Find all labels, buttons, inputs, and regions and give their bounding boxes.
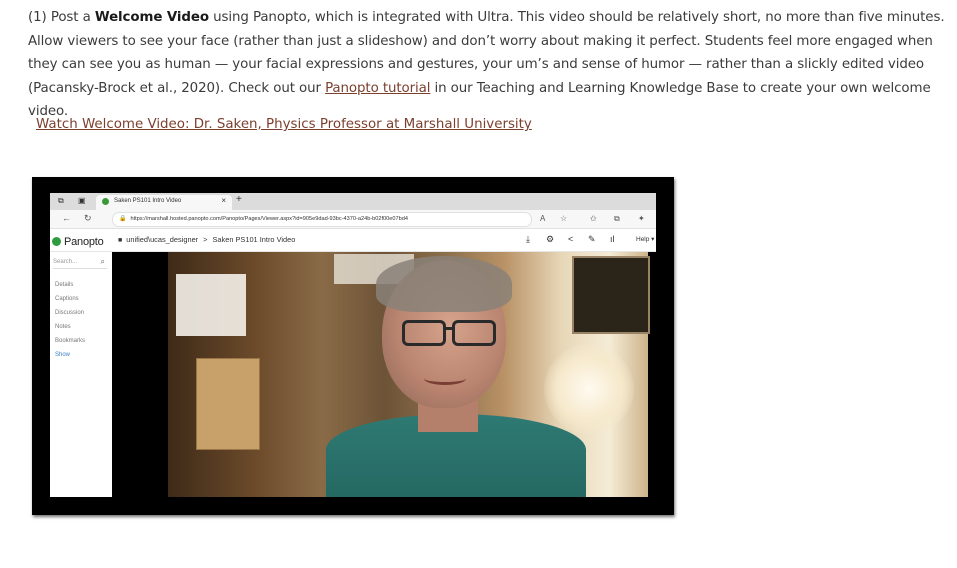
presenter-glasses (402, 320, 496, 346)
refresh-icon[interactable]: ↻ (84, 212, 92, 224)
presenter-hair (376, 256, 512, 312)
close-tab-icon[interactable]: × (221, 196, 226, 205)
panopto-tutorial-link[interactable]: Panopto tutorial (325, 81, 430, 96)
search-placeholder: Search... (53, 259, 78, 265)
bright-window (176, 274, 246, 336)
para-prefix: (1) Post a (28, 10, 95, 25)
download-icon[interactable]: ⤓ (526, 234, 530, 245)
extensions-icon[interactable]: ✦ (638, 213, 645, 224)
sidebar-item-bookmarks[interactable]: Bookmarks (55, 338, 85, 344)
favorite-star-icon[interactable]: ☆ (560, 213, 567, 224)
collections-icon[interactable]: ⧉ (614, 213, 620, 224)
breadcrumb-video: Saken PS101 Intro Video (212, 235, 296, 244)
tab-title: Saken PS101 Intro Video (114, 198, 182, 204)
breadcrumb-folder[interactable]: unified\ucas_designer (126, 235, 198, 244)
sidebar-search-input[interactable]: Search... ⌕ (53, 256, 107, 269)
embedded-screenshot: ⧉ ▣ Saken PS101 Intro Video × + ← ↻ 🔒 htt… (32, 177, 674, 515)
sidebar-item-notes[interactable]: Notes (55, 324, 71, 330)
app-name: Panopto (64, 235, 104, 248)
presenter (326, 256, 586, 497)
back-icon[interactable]: ← (62, 212, 71, 224)
folder-icon: ■ (118, 237, 123, 244)
stats-icon[interactable]: ıl (610, 234, 615, 245)
panopto-logo[interactable]: Panopto (52, 233, 104, 251)
url-text: https://marshall.hosted.panopto.com/Pano… (130, 216, 408, 222)
read-aloud-icon[interactable]: A (540, 213, 545, 224)
panopto-favicon-icon (102, 198, 109, 205)
panopto-sidebar: Search... ⌕ Details Captions Discussion … (50, 252, 113, 497)
workspaces-icon: ⧉ (58, 196, 64, 205)
breadcrumb-separator: > (203, 235, 208, 244)
panopto-logo-icon (52, 237, 61, 247)
settings-gear-icon[interactable]: ⚙ (546, 234, 554, 245)
wooden-cabinet (196, 358, 260, 450)
right-lens (452, 320, 496, 346)
para-bold-welcome-video: Welcome Video (94, 10, 209, 25)
intro-paragraph: (1) Post a Welcome Video using Panopto, … (28, 6, 946, 124)
breadcrumb: ■ unified\ucas_designer > Saken PS101 Intro… (118, 235, 295, 244)
sidebar-item-captions[interactable]: Captions (55, 296, 79, 302)
browser-tab[interactable]: Saken PS101 Intro Video × (96, 195, 232, 210)
sidebar-item-details[interactable]: Details (55, 282, 73, 288)
tab-actions-icon: ▣ (78, 196, 86, 205)
sidebar-item-show[interactable]: Show (55, 352, 70, 358)
tab-bar: ⧉ ▣ Saken PS101 Intro Video × + (50, 193, 656, 210)
search-icon[interactable]: ⌕ (101, 256, 105, 268)
url-field[interactable]: 🔒 https://marshall.hosted.panopto.com/Pan… (112, 212, 532, 227)
video-player[interactable] (112, 252, 656, 497)
sidebar-item-discussion[interactable]: Discussion (55, 310, 84, 316)
browser-window: ⧉ ▣ Saken PS101 Intro Video × + ← ↻ 🔒 htt… (50, 193, 656, 497)
watch-welcome-video-link[interactable]: Watch Welcome Video: Dr. Saken, Physics … (36, 114, 532, 136)
lock-icon: 🔒 (119, 216, 127, 222)
favorites-icon[interactable]: ✩ (590, 213, 597, 224)
new-tab-icon[interactable]: + (236, 194, 242, 205)
video-frame-image (168, 252, 650, 497)
panopto-header: Panopto ■ unified\ucas_designer > Saken PS1… (50, 229, 656, 252)
share-icon[interactable]: < (568, 234, 573, 245)
address-bar: ← ↻ 🔒 https://marshall.hosted.panopto.com… (50, 210, 656, 229)
edit-pencil-icon[interactable]: ✎ (588, 234, 596, 245)
help-menu[interactable]: Help ▾ (636, 235, 654, 243)
left-lens (402, 320, 446, 346)
presenter-smile (424, 372, 466, 385)
